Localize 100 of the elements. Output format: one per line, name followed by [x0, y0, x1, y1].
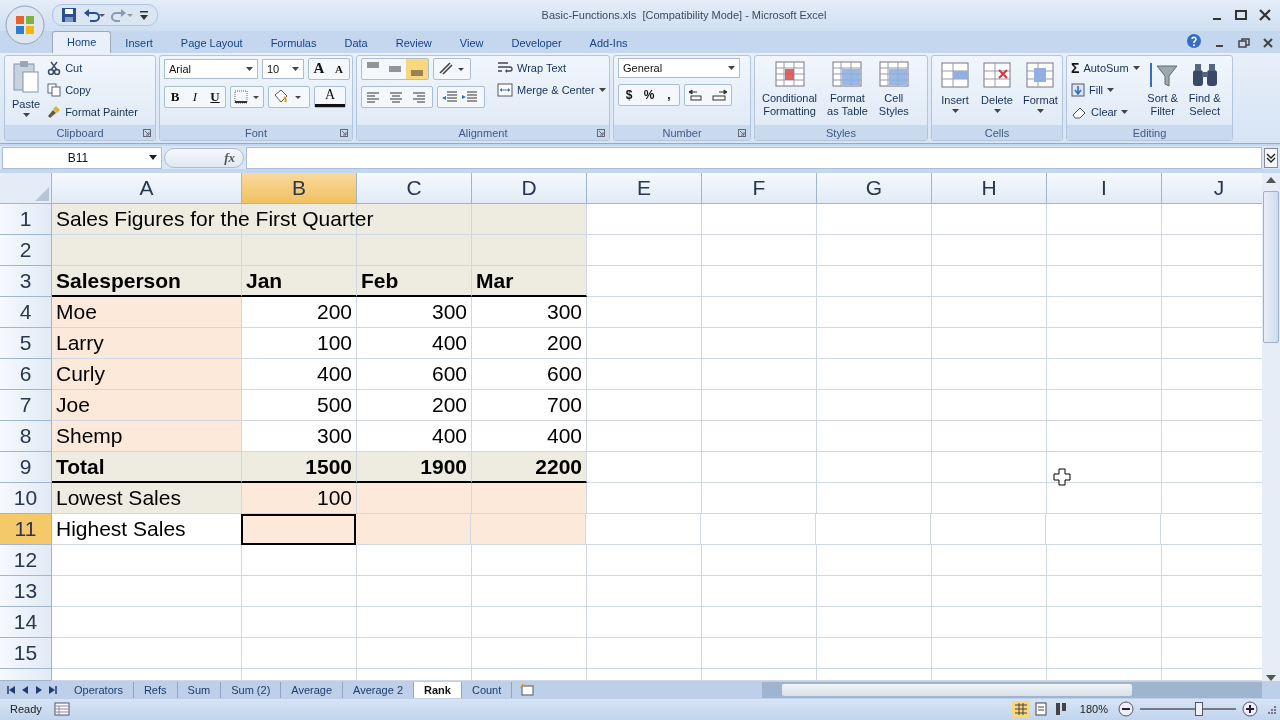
column-header[interactable]: D	[472, 173, 587, 205]
next-sheet-icon[interactable]	[34, 685, 44, 695]
row-header[interactable]: 13	[0, 576, 52, 608]
borders-icon[interactable]	[230, 85, 264, 108]
font-size-dropdown[interactable]: 10	[262, 58, 304, 79]
column-header[interactable]: H	[932, 173, 1047, 205]
column-header[interactable]: B	[242, 173, 357, 205]
row-header[interactable]: 2	[0, 235, 52, 267]
dialog-launcher-icon[interactable]	[597, 129, 605, 138]
resize-grip-icon[interactable]	[1266, 704, 1276, 715]
restore-icon[interactable]	[1238, 36, 1250, 49]
dialog-launcher-icon[interactable]	[143, 129, 151, 138]
zoom-in-icon[interactable]	[1242, 701, 1258, 718]
record-macro-icon[interactable]	[53, 702, 70, 717]
cells-button[interactable]: Insert	[936, 57, 974, 115]
cells-button[interactable]: Delete	[978, 57, 1016, 115]
row-header[interactable]: 11	[0, 514, 52, 546]
close-icon[interactable]	[1258, 8, 1272, 23]
sheet-tab[interactable]: Operators	[64, 682, 134, 698]
undo-icon[interactable]	[83, 7, 105, 24]
editing-button[interactable]: Find & Select	[1185, 57, 1224, 120]
format-painter-button[interactable]: Format Painter	[47, 101, 138, 122]
sheet-tab[interactable]: Average	[281, 682, 344, 698]
style-button[interactable]: Conditional Formatting	[759, 57, 821, 120]
column-header[interactable]: E	[587, 173, 702, 205]
number-format-button[interactable]: $	[619, 84, 639, 105]
column-header[interactable]: F	[702, 173, 817, 205]
sheet-tab[interactable]: Count	[461, 682, 513, 698]
merge-center-button[interactable]: Merge & Center	[497, 79, 606, 100]
horizontal-scrollbar[interactable]	[762, 682, 1262, 698]
customize-toolbar-icon[interactable]	[139, 9, 149, 22]
sheet-tab[interactable]: Refs	[133, 682, 178, 698]
italic-button[interactable]: I	[185, 86, 205, 107]
help-icon[interactable]	[1186, 32, 1202, 49]
column-header[interactable]: I	[1047, 173, 1162, 205]
maximize-icon[interactable]	[1234, 8, 1248, 23]
row-header[interactable]: 7	[0, 390, 52, 422]
column-header[interactable]: G	[817, 173, 932, 205]
previous-sheet-icon[interactable]	[20, 685, 30, 695]
grow-font-button[interactable]: A	[309, 58, 329, 79]
last-sheet-icon[interactable]	[48, 685, 58, 695]
row-header[interactable]: 6	[0, 359, 52, 391]
row-header[interactable]: 10	[0, 483, 52, 515]
ribbon-tab[interactable]: Developer	[497, 32, 576, 53]
ribbon-tab[interactable]: View	[445, 32, 498, 53]
sheet-tab[interactable]: Sum	[177, 682, 222, 698]
style-button[interactable]: Cell Styles	[874, 57, 913, 120]
shrink-font-button[interactable]: A	[329, 58, 349, 79]
sheet-tab[interactable]: Sum (2)	[221, 682, 282, 698]
row-header[interactable]: 14	[0, 607, 52, 639]
clear-button[interactable]: Clear	[1071, 101, 1140, 122]
style-button[interactable]: Format as Table	[824, 57, 871, 120]
row-header[interactable]: 3	[0, 266, 52, 298]
fill-button[interactable]: Fill	[1071, 79, 1140, 100]
editing-button[interactable]: Sort & Filter	[1143, 57, 1182, 120]
row-header[interactable]: 8	[0, 421, 52, 453]
column-header[interactable]: J	[1162, 173, 1262, 205]
view-button[interactable]	[1011, 701, 1030, 718]
cells-button[interactable]: Format	[1020, 57, 1061, 115]
column-header[interactable]: C	[357, 173, 472, 205]
number-format-dropdown[interactable]: General	[618, 57, 740, 78]
underline-button[interactable]: U	[205, 86, 225, 107]
align-text-icon[interactable]	[361, 85, 433, 108]
cut-button[interactable]: Cut	[47, 57, 138, 78]
font-color-button[interactable]: A	[315, 86, 345, 107]
indent-icon[interactable]	[437, 85, 485, 108]
zoom-level[interactable]: 180%	[1075, 703, 1112, 716]
close-icon[interactable]	[1262, 36, 1274, 49]
row-header[interactable]: 12	[0, 545, 52, 577]
vertical-scrollbar[interactable]	[1262, 173, 1280, 682]
copy-button[interactable]: Copy	[47, 79, 138, 100]
insert-function-button[interactable]: fx	[164, 147, 244, 168]
expand-icon[interactable]	[1264, 147, 1278, 168]
number-format-button[interactable]: %	[639, 84, 659, 105]
row-header[interactable]: 5	[0, 328, 52, 360]
number-format-button[interactable]: ,	[659, 84, 679, 105]
decimal-places-icon[interactable]	[684, 83, 732, 106]
align-lines-icon[interactable]	[406, 58, 428, 79]
zoom-out-icon[interactable]	[1118, 701, 1134, 718]
ribbon-tab[interactable]: Page Layout	[166, 32, 257, 53]
first-sheet-icon[interactable]	[6, 685, 16, 695]
text-orientation-icon[interactable]	[433, 57, 471, 80]
font-name-dropdown[interactable]: Arial	[164, 58, 258, 79]
row-header[interactable]: 4	[0, 297, 52, 329]
ribbon-tab[interactable]: Review	[381, 32, 446, 53]
formula-input[interactable]	[246, 146, 1262, 169]
slider-thumb[interactable]	[1194, 702, 1203, 717]
ribbon-tab[interactable]: Home	[52, 30, 112, 53]
sheet-tab[interactable]: Rank	[414, 682, 462, 698]
ribbon-tab[interactable]: Add-Ins	[575, 32, 642, 53]
row-header[interactable]: 1	[0, 204, 52, 236]
fill-bucket-icon[interactable]	[268, 85, 310, 108]
save-icon[interactable]	[61, 7, 77, 24]
ribbon-tab[interactable]: Insert	[111, 32, 167, 53]
new-sheet-icon[interactable]	[518, 683, 537, 697]
column-header[interactable]: A	[52, 173, 242, 205]
row-header[interactable]: 9	[0, 452, 52, 484]
bold-button[interactable]: B	[165, 86, 185, 107]
dialog-launcher-icon[interactable]	[738, 129, 746, 138]
ribbon-tab[interactable]: Data	[330, 32, 382, 53]
